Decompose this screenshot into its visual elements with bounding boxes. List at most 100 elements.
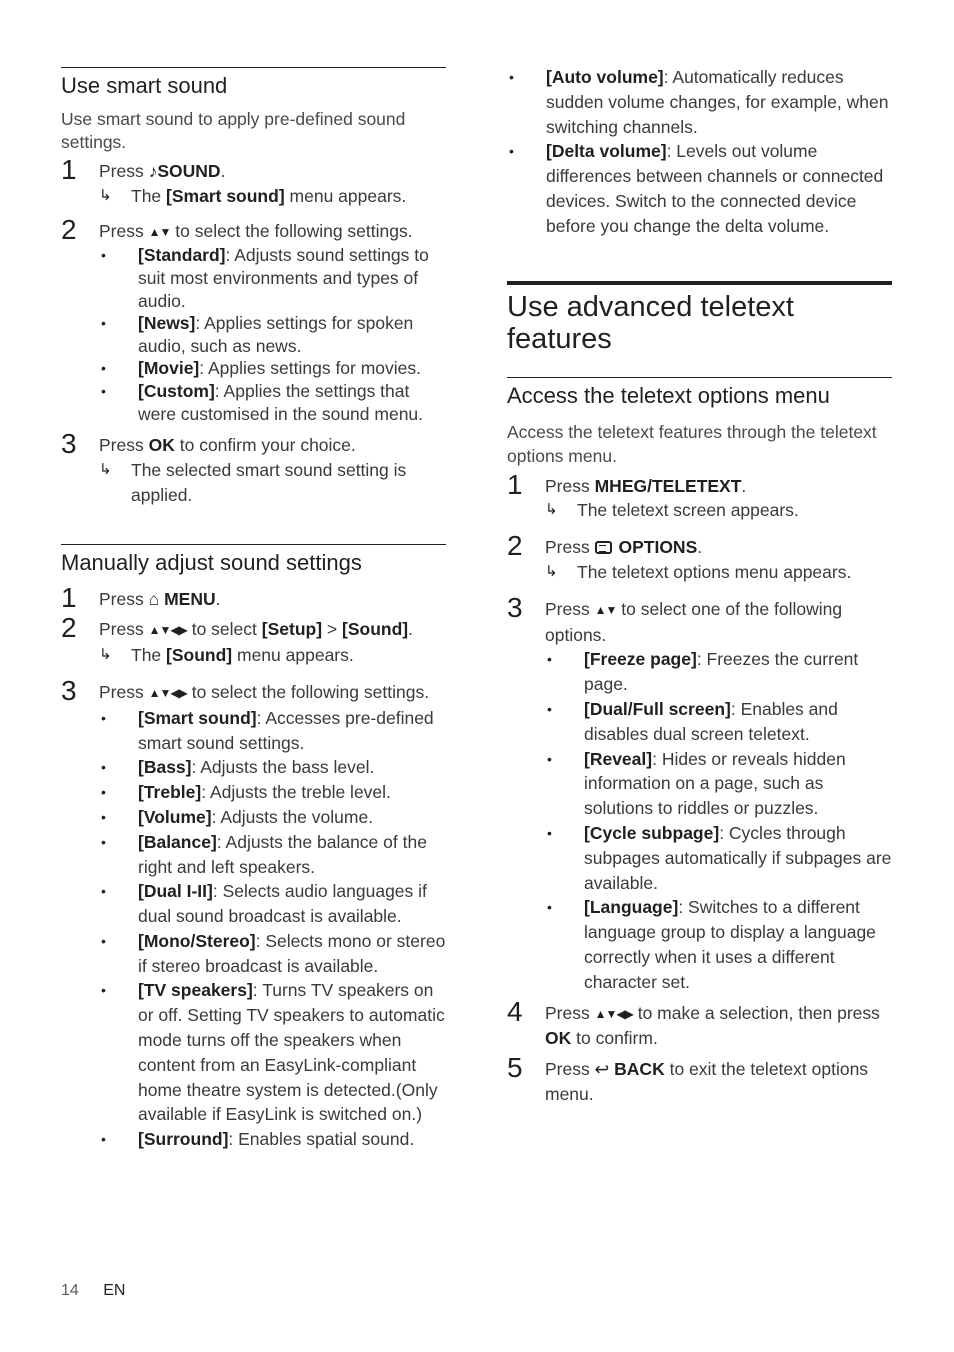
bullet-icon: • (547, 899, 552, 916)
manual-sound-step-3: 3 Press ▲▼◀▶ to select the following set… (61, 675, 446, 1152)
language-code: EN (103, 1282, 126, 1299)
list-item: • [Mono/Stereo]: Selects mono or stereo i… (99, 929, 446, 979)
option-desc: : Adjusts the bass level. (191, 757, 375, 778)
option-term: [Surround] (138, 1129, 229, 1150)
step-text: Press (99, 588, 144, 609)
bullet-icon: • (101, 360, 106, 377)
step-number: 5 (507, 1052, 523, 1084)
step-text: Press (545, 598, 590, 619)
option-term: [Smart sound] (138, 707, 257, 728)
list-item: • [Language]: Switches to a different lan… (545, 895, 892, 994)
step-text: to select the following settings. (191, 681, 430, 702)
option-term: [Balance] (138, 831, 217, 852)
key-label: MENU (164, 588, 216, 609)
option-desc: : Applies settings for movies. (199, 358, 422, 379)
bullet-icon: • (101, 315, 106, 332)
step-number: 1 (61, 154, 77, 185)
teletext-options-list: • [Freeze page]: Freezes the current page… (545, 647, 892, 994)
list-item: • [Smart sound]: Accesses pre-defined sma… (99, 706, 446, 756)
navigation-arrows-icon: ▲▼◀▶ (594, 1006, 634, 1021)
list-item: • [Delta volume]: Levels out volume diffe… (507, 139, 892, 238)
teletext-step-2: 2 Press OPTIONS. ↳ The teletext options … (507, 531, 892, 585)
step-text: Press (99, 619, 144, 640)
step-text: to confirm your choice. (179, 435, 356, 456)
teletext-step-1: 1 Press MHEG/TELETEXT. ↳ The teletext sc… (507, 469, 892, 524)
punctuation: . (741, 475, 747, 496)
step-text: Press (545, 475, 590, 496)
step-text: Press (99, 681, 144, 702)
smart-sound-intro: Use smart sound to apply pre-defined sou… (61, 109, 406, 152)
bullet-icon: • (101, 1131, 106, 1148)
section-heading-teletext-options: Access the teletext options menu (507, 382, 830, 408)
options-icon (594, 541, 612, 555)
step-number: 3 (61, 428, 77, 460)
section-heading-manual-sound: Manually adjust sound settings (61, 549, 362, 575)
result-arrow-icon: ↳ (545, 562, 558, 580)
option-term: [TV speakers] (138, 980, 253, 1001)
step-text: Press (545, 537, 590, 558)
teletext-step-3: 3 Press ▲▼ to select one of the followin… (507, 592, 892, 995)
bullet-icon: • (101, 382, 106, 399)
list-item: • [Treble]: Adjusts the treble level. (99, 780, 446, 805)
result-arrow-icon: ↳ (545, 501, 558, 519)
list-item: • [Dual I-II]: Selects audio languages if… (99, 879, 446, 929)
key-label: SOUND (157, 161, 221, 181)
step-number: 2 (61, 612, 77, 644)
result-text: menu appears. (289, 185, 407, 206)
teletext-step-4: 4 Press ▲▼◀▶ to make a selection, then p… (507, 996, 892, 1052)
list-item: • [Balance]: Adjusts the balance of the r… (99, 830, 446, 880)
option-term: [Dual I-II] (138, 881, 213, 902)
right-column: • [Auto volume]: Automatically reduces su… (507, 0, 892, 1107)
bullet-icon: • (101, 982, 106, 999)
bullet-icon: • (101, 932, 106, 949)
menu-term: [Sound] (166, 645, 233, 666)
list-item: • [Auto volume]: Automatically reduces su… (507, 65, 892, 139)
step-text: Press (99, 435, 144, 456)
manual-sound-step-1: 1 Press ⌂ MENU. (61, 582, 446, 612)
step-text: Press (545, 1059, 590, 1080)
list-item: • [Surround]: Enables spatial sound. (99, 1127, 446, 1152)
option-term: [Standard] (138, 245, 226, 266)
teletext-intro: Access the teletext features through the… (507, 421, 877, 466)
key-label: BACK (614, 1059, 665, 1080)
step-number: 2 (507, 530, 523, 562)
manual-sound-step-2: 2 Press ▲▼◀▶ to select [Setup] > [Sound]… (61, 613, 446, 668)
step-text: to select the following settings. (175, 220, 413, 241)
option-desc: : Adjusts the treble level. (201, 782, 391, 803)
result-text: The selected smart sound setting is appl… (131, 459, 407, 505)
up-down-arrows-icon: ▲▼ (148, 224, 172, 239)
result-text: menu appears. (237, 645, 354, 666)
sound-settings-list: • [Smart sound]: Accesses pre-defined sma… (99, 706, 446, 1152)
back-icon: ↩ (594, 1059, 610, 1080)
punctuation: . (697, 537, 703, 558)
list-item: • [Cycle subpage]: Cycles through subpage… (545, 821, 892, 895)
step-number: 3 (507, 591, 523, 623)
teletext-step-5: 5 Press ↩ BACK to exit the teletext opti… (507, 1053, 892, 1107)
option-term: [Freeze page] (584, 649, 697, 670)
step-number: 2 (61, 213, 77, 245)
option-term: [Mono/Stereo] (138, 930, 256, 951)
home-icon: ⌂ (148, 588, 160, 609)
step-number: 1 (507, 468, 523, 500)
chapter-title: Use advanced teletext features (507, 290, 794, 355)
bullet-icon: • (547, 824, 552, 841)
option-term: [Treble] (138, 782, 202, 803)
list-item: • [Freeze page]: Freezes the current page… (545, 647, 892, 697)
punctuation: . (408, 619, 413, 640)
bullet-icon: • (101, 784, 106, 801)
result-text: The (131, 645, 162, 666)
result-text: The (131, 185, 162, 206)
step-text: to exit the teletext options menu. (545, 1059, 869, 1104)
bullet-icon: • (509, 143, 514, 160)
section-divider (507, 376, 892, 378)
step-number: 4 (507, 995, 523, 1027)
key-label: OK (148, 435, 175, 456)
list-item: • [Standard]: Adjusts sound settings to s… (99, 244, 446, 312)
result-arrow-icon: ↳ (99, 186, 112, 204)
bullet-icon: • (101, 883, 106, 900)
left-column: Use smart sound Use smart sound to apply… (61, 0, 446, 1152)
list-item: • [Volume]: Adjusts the volume. (99, 805, 446, 830)
step-text: Press (99, 161, 144, 181)
bullet-icon: • (547, 651, 552, 668)
bullet-icon: • (509, 69, 514, 85)
